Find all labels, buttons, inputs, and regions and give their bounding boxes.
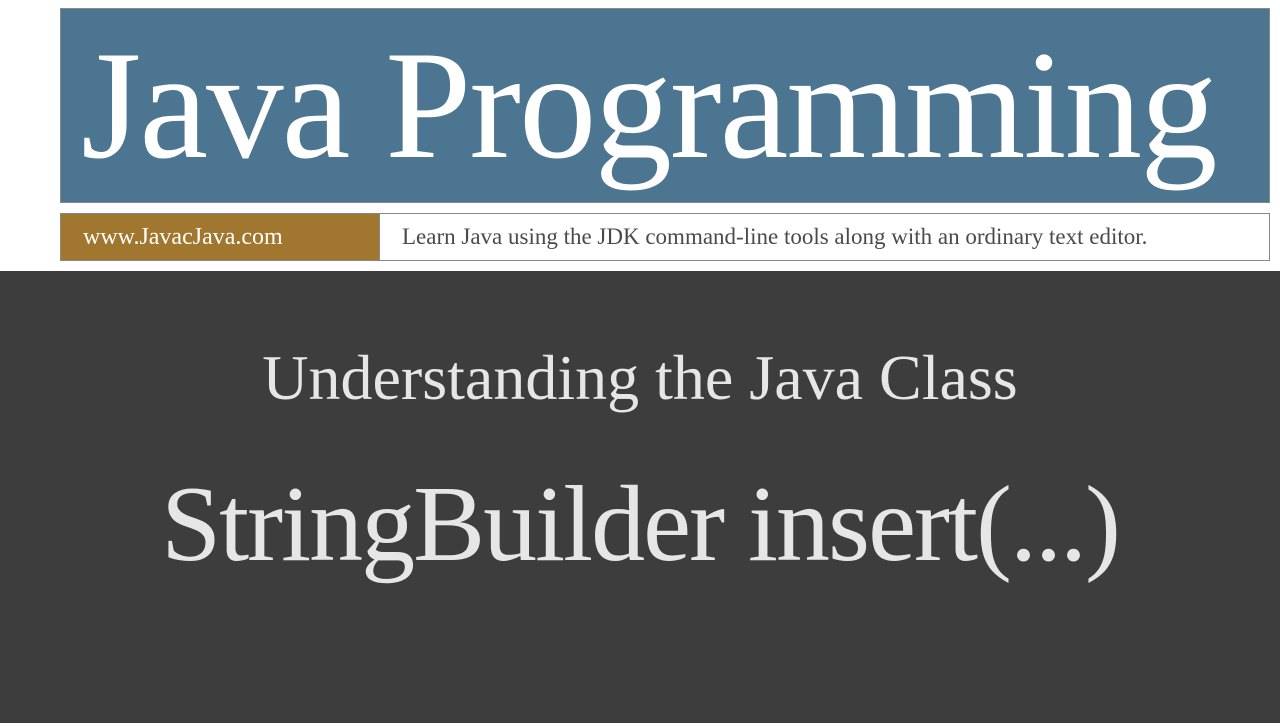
content-topic: StringBuilder insert(...) — [161, 463, 1119, 587]
tagline-text: Learn Java using the JDK command-line to… — [402, 224, 1147, 250]
content-panel: Understanding the Java Class StringBuild… — [0, 271, 1280, 723]
sub-banner: www.JavacJava.com Learn Java using the J… — [60, 213, 1270, 261]
title-banner: Java Programming — [60, 8, 1270, 203]
banner-title: Java Programming — [61, 28, 1216, 183]
website-url: www.JavacJava.com — [83, 224, 283, 251]
content-subtitle: Understanding the Java Class — [262, 341, 1017, 415]
website-badge: www.JavacJava.com — [60, 213, 380, 261]
tagline-bar: Learn Java using the JDK command-line to… — [380, 213, 1270, 261]
